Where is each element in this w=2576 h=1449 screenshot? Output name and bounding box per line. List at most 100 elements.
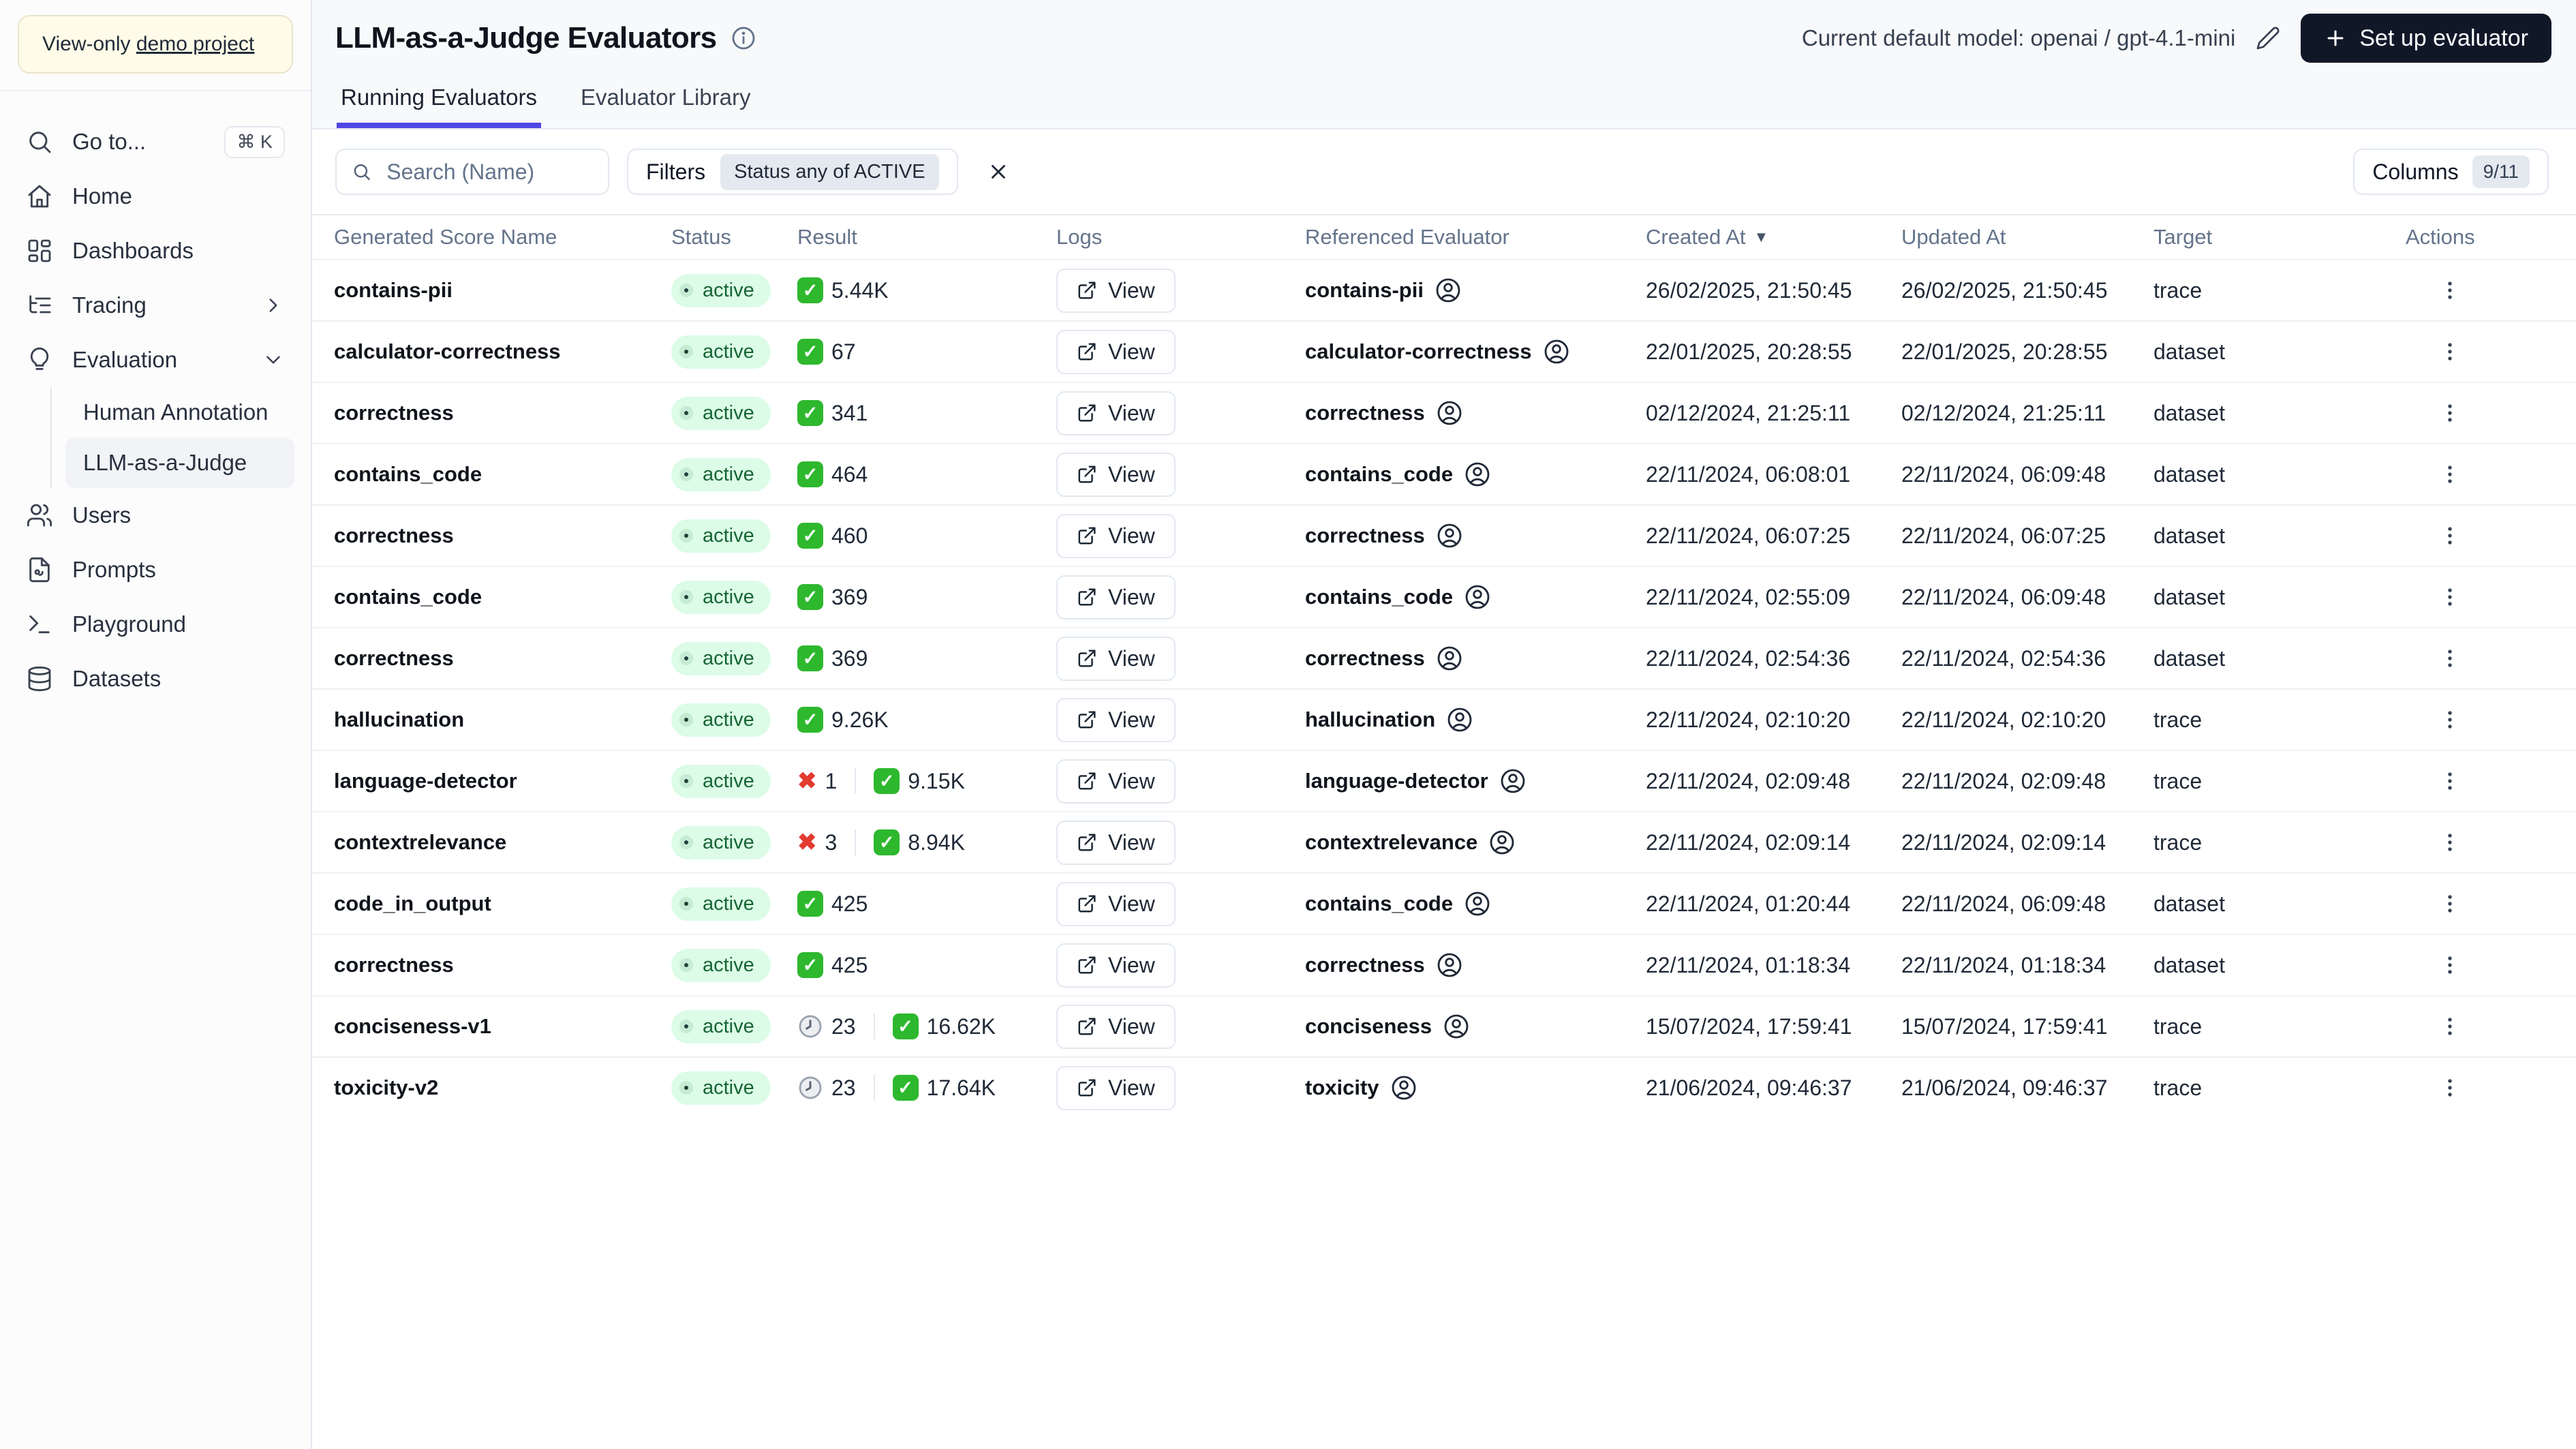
view-logs-button[interactable]: View	[1056, 636, 1176, 681]
view-logs-button[interactable]: View	[1056, 1004, 1176, 1049]
row-actions-kebab[interactable]	[2429, 640, 2471, 677]
search-icon	[26, 128, 53, 155]
referenced-evaluator[interactable]: correctness	[1305, 522, 1646, 549]
updated-at: 22/11/2024, 06:09:48	[1901, 584, 2106, 609]
filters-button[interactable]: Filters Status any of ACTIVE	[627, 149, 958, 195]
tab-running-evaluators[interactable]: Running Evaluators	[337, 85, 542, 128]
table-body: contains-pii active ✓ 5.44K View contains…	[312, 259, 2576, 1118]
sidebar-item-playground[interactable]: Playground	[16, 597, 294, 652]
search-box[interactable]	[335, 149, 609, 195]
row-actions-kebab[interactable]	[2429, 824, 2471, 861]
view-logs-button[interactable]: View	[1056, 759, 1176, 804]
sidebar-item-users[interactable]: Users	[16, 488, 294, 543]
referenced-evaluator[interactable]: correctness	[1305, 399, 1646, 427]
row-actions-kebab[interactable]	[2429, 1008, 2471, 1045]
row-actions-kebab[interactable]	[2429, 701, 2471, 738]
search-input[interactable]	[385, 158, 593, 185]
sidebar-item-home[interactable]: Home	[16, 169, 294, 224]
result-value: 9.26K	[831, 707, 889, 732]
result-value: 425	[831, 891, 868, 916]
sidebar-item-llm-as-a-judge[interactable]: LLM-as-a-Judge	[65, 438, 294, 488]
demo-project-link[interactable]: demo project	[136, 33, 254, 55]
status-label: active	[703, 647, 754, 669]
sidebar-item-datasets[interactable]: Datasets	[16, 652, 294, 706]
filters-label: Filters	[646, 159, 706, 184]
row-actions-kebab[interactable]	[2429, 763, 2471, 799]
referenced-evaluator[interactable]: contains_code	[1305, 583, 1646, 611]
edit-model-pencil-icon[interactable]	[2256, 26, 2280, 50]
sidebar-item-label: Evaluation	[72, 347, 178, 372]
table-row[interactable]: code_in_output active ✓ 425 View contains…	[312, 872, 2576, 934]
table-row[interactable]: correctness active ✓ 369 View correctness…	[312, 627, 2576, 688]
referenced-evaluator[interactable]: hallucination	[1305, 706, 1646, 733]
sidebar-item-label: Users	[72, 502, 132, 528]
referenced-evaluator[interactable]: contains_code	[1305, 461, 1646, 488]
row-actions-kebab[interactable]	[2429, 333, 2471, 370]
view-logs-button[interactable]: View	[1056, 881, 1176, 926]
sidebar-item-goto[interactable]: Go to... ⌘ K	[16, 115, 294, 169]
referenced-evaluator[interactable]: contains-pii	[1305, 277, 1646, 304]
row-actions-kebab[interactable]	[2429, 579, 2471, 615]
table-row[interactable]: contains-pii active ✓ 5.44K View contains…	[312, 259, 2576, 320]
row-actions-kebab[interactable]	[2429, 272, 2471, 309]
col-header-target: Target	[2153, 225, 2213, 249]
row-actions-kebab[interactable]	[2429, 456, 2471, 493]
table-row[interactable]: language-detector active ✖ 1 ✓ 9.15K View l…	[312, 750, 2576, 811]
info-icon[interactable]	[731, 25, 756, 51]
target: dataset	[2153, 400, 2225, 425]
col-header-created-at[interactable]: Created At ▼	[1646, 225, 1901, 249]
kebab-icon	[2448, 650, 2452, 667]
row-actions-kebab[interactable]	[2429, 947, 2471, 983]
view-logs-button[interactable]: View	[1056, 575, 1176, 620]
view-logs-button[interactable]: View	[1056, 452, 1176, 497]
table-row[interactable]: toxicity-v2 active 23 ✓ 17.64K View toxici…	[312, 1056, 2576, 1118]
table-row[interactable]: correctness active ✓ 460 View correctness…	[312, 504, 2576, 566]
view-logs-button[interactable]: View	[1056, 943, 1176, 988]
view-logs-button[interactable]: View	[1056, 820, 1176, 865]
generated-score-name: calculator-correctness	[334, 339, 561, 363]
row-actions-kebab[interactable]	[2429, 1069, 2471, 1106]
referenced-evaluator[interactable]: calculator-correctness	[1305, 338, 1646, 365]
referenced-evaluator[interactable]: language-detector	[1305, 767, 1646, 795]
view-logs-button[interactable]: View	[1056, 513, 1176, 558]
view-logs-button[interactable]: View	[1056, 329, 1176, 374]
row-actions-kebab[interactable]	[2429, 395, 2471, 431]
referenced-evaluator[interactable]: correctness	[1305, 951, 1646, 979]
referenced-evaluator[interactable]: correctness	[1305, 645, 1646, 672]
clear-filters-button[interactable]	[979, 152, 1018, 192]
view-logs-button[interactable]: View	[1056, 697, 1176, 742]
referenced-evaluator[interactable]: conciseness	[1305, 1013, 1646, 1040]
set-up-evaluator-button[interactable]: Set up evaluator	[2301, 14, 2551, 63]
table-row[interactable]: correctness active ✓ 341 View correctness…	[312, 382, 2576, 443]
table-row[interactable]: calculator-correctness active ✓ 67 View c…	[312, 320, 2576, 382]
result-segment-check: ✓ 425	[797, 952, 868, 978]
sidebar-item-prompts[interactable]: Prompts	[16, 543, 294, 597]
set-up-evaluator-label: Set up evaluator	[2359, 25, 2528, 51]
row-actions-kebab[interactable]	[2429, 885, 2471, 922]
sidebar-item-human-annotation[interactable]: Human Annotation	[65, 387, 294, 438]
referenced-evaluator[interactable]: toxicity	[1305, 1074, 1646, 1101]
referenced-evaluator[interactable]: contextrelevance	[1305, 829, 1646, 856]
external-link-icon	[1078, 281, 1096, 299]
view-logs-button[interactable]: View	[1056, 1065, 1176, 1110]
status-badge: active	[671, 887, 771, 921]
sidebar-item-dashboards[interactable]: Dashboards	[16, 224, 294, 278]
view-logs-button[interactable]: View	[1056, 268, 1176, 313]
table-row[interactable]: correctness active ✓ 425 View correctness…	[312, 934, 2576, 995]
table-row[interactable]: conciseness-v1 active 23 ✓ 16.62K View con…	[312, 995, 2576, 1056]
tab-evaluator-library[interactable]: Evaluator Library	[577, 85, 754, 128]
table-header-row: Generated Score Name Status Result Logs …	[312, 215, 2576, 259]
referenced-evaluator[interactable]: contains_code	[1305, 890, 1646, 917]
table-row[interactable]: contains_code active ✓ 369 View contains_…	[312, 566, 2576, 627]
sidebar-item-evaluation[interactable]: Evaluation	[16, 333, 294, 387]
row-actions-kebab[interactable]	[2429, 517, 2471, 554]
columns-button[interactable]: Columns 9/11	[2353, 149, 2549, 195]
view-label: View	[1108, 523, 1155, 548]
view-logs-button[interactable]: View	[1056, 391, 1176, 436]
table-row[interactable]: hallucination active ✓ 9.26K View halluci…	[312, 688, 2576, 750]
col-header-updated-at: Updated At	[1901, 225, 2006, 249]
status-dot-icon	[679, 774, 693, 788]
sidebar-item-tracing[interactable]: Tracing	[16, 278, 294, 333]
table-row[interactable]: contains_code active ✓ 464 View contains_…	[312, 443, 2576, 504]
table-row[interactable]: contextrelevance active ✖ 3 ✓ 8.94K View co…	[312, 811, 2576, 872]
